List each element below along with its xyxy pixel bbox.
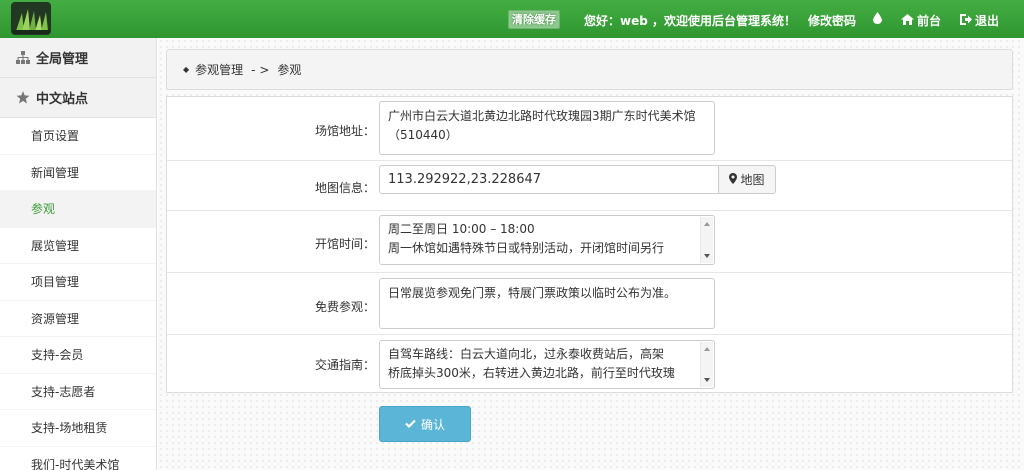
hours-line-1: 周二至周日 10:00 – 18:00 (388, 222, 535, 236)
map-button-label: 地图 (740, 173, 765, 187)
sidebar-item-members[interactable]: 支持-会员 (0, 337, 156, 374)
hours-line-2: 周一休馆如遇特殊节日或特别活动，开闭馆时间另行 (388, 241, 665, 255)
traffic-label: 交通指南： (314, 358, 375, 372)
traffic-line-1: 自驾车路线：白云大道向北，过永泰收费站后，高架 (388, 347, 665, 361)
form-row-address: 场馆地址： 广州市白云大道北黄边北路时代玫瑰园3期广东时代美术馆（510440） (167, 97, 1012, 161)
map-button[interactable]: 地图 (718, 165, 776, 194)
scroll-up-arrow-icon[interactable] (704, 347, 710, 351)
form-row-free: 免费参观： 日常展览参观免门票，特展门票政策以临时公布为准。 (167, 273, 1012, 335)
coordinates-input[interactable]: 113.292922,23.228647 (379, 165, 719, 194)
traffic-line-2: 桥底掉头300米，右转进入黄边北路，前行至时代玫瑰 (388, 366, 675, 380)
form-row-traffic: 交通指南： 自驾车路线：白云大道向北，过永泰收费站后，高架 桥底掉头300米，右… (167, 335, 1012, 392)
form-row-hours: 开馆时间： 周二至周日 10:00 – 18:00 周一休馆如遇特殊节日或特别活… (167, 211, 1012, 273)
main-content: ◆ 参观管理 - > 参观 场馆地址： 广州市白云大道北黄边北路时代玫瑰园3期广… (158, 38, 1024, 470)
sidebar-item-news[interactable]: 新闻管理 (0, 155, 156, 191)
sidebar-site-title: 中文站点 (36, 92, 89, 107)
sidebar-item-volunteers[interactable]: 支持-志愿者 (0, 374, 156, 410)
hours-label: 开馆时间： (314, 237, 375, 251)
free-label: 免费参观： (314, 300, 375, 314)
home-icon (901, 13, 914, 28)
address-label: 场馆地址： (314, 124, 375, 138)
clear-cache-button[interactable]: 清除缓存 (508, 10, 560, 29)
breadcrumb-separator: - > (251, 62, 270, 77)
sidebar-item-about[interactable]: 我们-时代美术馆 (0, 447, 156, 470)
logout-icon (960, 13, 972, 28)
breadcrumb-parent[interactable]: 参观管理 (195, 61, 243, 78)
traffic-scrollbar[interactable] (700, 342, 713, 387)
sitemap-icon (16, 51, 30, 64)
front-link[interactable]: 前台 (901, 12, 941, 29)
scroll-down-arrow-icon[interactable] (704, 254, 710, 258)
logo[interactable] (11, 2, 51, 35)
address-textarea[interactable]: 广州市白云大道北黄边北路时代玫瑰园3期广东时代美术馆（510440） (379, 101, 715, 155)
sidebar-global-header[interactable]: 全局管理 (0, 38, 156, 78)
sidebar-site-header[interactable]: 中文站点 (0, 78, 156, 118)
sidebar-item-projects[interactable]: 项目管理 (0, 264, 156, 301)
hours-textarea[interactable]: 周二至周日 10:00 – 18:00 周一休馆如遇特殊节日或特别活动，开闭馆时… (379, 215, 715, 265)
confirm-label: 确认 (420, 417, 445, 432)
sidebar-item-exhibitions[interactable]: 展览管理 (0, 228, 156, 264)
scroll-up-arrow-icon[interactable] (704, 222, 710, 226)
breadcrumb: ◆ 参观管理 - > 参观 (166, 49, 1013, 90)
sidebar-item-home-settings[interactable]: 首页设置 (0, 118, 156, 155)
diamond-icon: ◆ (183, 65, 190, 74)
confirm-button[interactable]: 确认 (379, 406, 471, 442)
change-password-link[interactable]: 修改密码 (808, 12, 856, 29)
map-marker-icon (729, 172, 738, 187)
sidebar-global-title: 全局管理 (36, 52, 89, 67)
free-textarea[interactable]: 日常展览参观免门票，特展门票政策以临时公布为准。 (379, 278, 715, 329)
sidebar-item-visit[interactable]: 参观 (0, 191, 156, 228)
sidebar: 全局管理 中文站点 首页设置 新闻管理 参观 展览管理 项目管理 资源管理 支持… (0, 38, 157, 470)
sidebar-item-venue-rental[interactable]: 支持-场地租赁 (0, 410, 156, 447)
welcome-text: 您好：web ，欢迎使用后台管理系统！ (584, 14, 796, 28)
front-label: 前台 (917, 14, 942, 28)
traffic-textarea[interactable]: 自驾车路线：白云大道向北，过永泰收费站后，高架 桥底掉头300米，右转进入黄边北… (379, 340, 715, 389)
logout-link[interactable]: 退出 (960, 12, 999, 29)
logout-label: 退出 (975, 14, 1000, 28)
visit-form: 场馆地址： 广州市白云大道北黄边北路时代玫瑰园3期广东时代美术馆（510440）… (166, 96, 1013, 393)
water-drop-icon[interactable] (873, 12, 882, 27)
hours-scrollbar[interactable] (700, 217, 713, 263)
breadcrumb-current: 参观 (277, 63, 302, 77)
map-label: 地图信息： (314, 181, 375, 195)
scroll-down-arrow-icon[interactable] (704, 378, 710, 382)
star-icon (16, 91, 30, 104)
sidebar-item-resources[interactable]: 资源管理 (0, 301, 156, 337)
check-icon (405, 417, 416, 431)
form-row-map: 地图信息： 113.292922,23.228647 地图 (167, 161, 1012, 211)
top-bar: 清除缓存 您好：web ，欢迎使用后台管理系统！ 修改密码 前台 退出 (0, 0, 1024, 38)
